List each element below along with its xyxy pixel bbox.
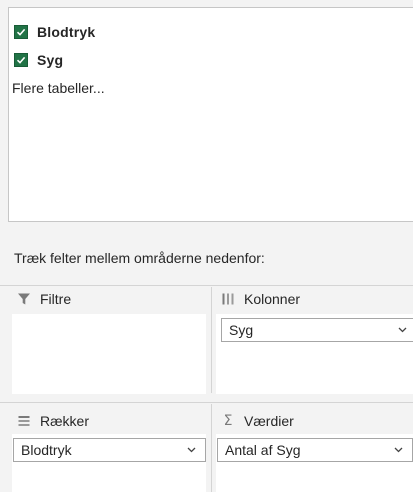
checkbox-checked-icon[interactable] (14, 53, 28, 67)
filters-label: Filtre (40, 291, 72, 307)
columns-label: Kolonner (244, 291, 301, 307)
field-label: Blodtryk (37, 24, 96, 40)
divider (211, 287, 212, 393)
rows-label: Rækker (40, 413, 90, 429)
chip-label: Antal af Syg (225, 442, 301, 458)
filters-drop-zone[interactable] (12, 314, 206, 394)
checkbox-checked-icon[interactable] (14, 25, 28, 39)
field-item-blodtryk[interactable]: Blodtryk (14, 22, 95, 42)
more-tables-link[interactable]: Flere tabeller... (12, 80, 105, 96)
divider (211, 404, 212, 492)
chevron-down-icon[interactable] (185, 444, 197, 456)
divider (0, 285, 413, 286)
chevron-down-icon[interactable] (392, 444, 404, 456)
sigma-icon: Σ (223, 413, 233, 429)
values-label: Værdier (244, 413, 294, 429)
rows-area-header: Rækker (16, 411, 89, 431)
divider (0, 402, 413, 403)
filters-area-header: Filtre (16, 289, 71, 309)
field-label: Syg (37, 52, 64, 68)
rows-drop-zone[interactable]: Blodtryk (12, 434, 206, 492)
field-item-syg[interactable]: Syg (14, 50, 63, 70)
chip-label: Blodtryk (21, 442, 72, 458)
chevron-down-icon[interactable] (396, 324, 408, 336)
columns-field-syg[interactable]: Syg (221, 318, 413, 342)
values-field-antal-af-syg[interactable]: Antal af Syg (217, 438, 413, 462)
columns-icon (220, 291, 236, 307)
columns-area-header: Kolonner (220, 289, 300, 309)
rows-icon (16, 413, 32, 429)
filter-icon (16, 291, 32, 307)
chip-label: Syg (229, 322, 254, 338)
rows-field-blodtryk[interactable]: Blodtryk (13, 438, 206, 462)
drag-instruction: Træk felter mellem områderne nedenfor: (14, 250, 265, 266)
columns-drop-zone[interactable]: Syg (216, 314, 413, 394)
values-area-header: Σ Værdier (220, 411, 294, 431)
values-drop-zone[interactable]: Antal af Syg (216, 434, 413, 492)
field-list-panel[interactable]: Blodtryk Syg Flere tabeller... (8, 7, 413, 222)
